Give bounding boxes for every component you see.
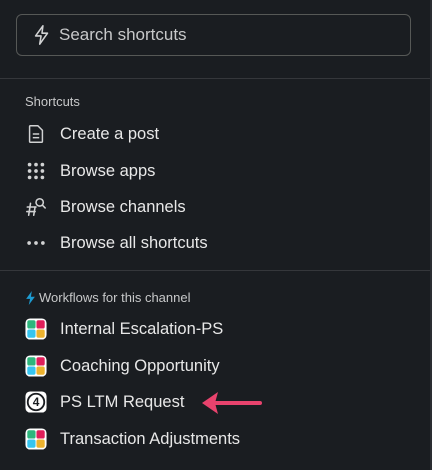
workflow-label: Transaction Adjustments	[60, 429, 241, 448]
document-icon	[25, 123, 47, 145]
workflow-app-icon	[25, 355, 47, 377]
lightning-icon	[31, 24, 59, 46]
workflow-label: Coaching Opportunity	[60, 356, 220, 375]
workflow-internal-escalation[interactable]: Internal Escalation-PS	[25, 314, 223, 344]
workflows-header: Workflows for this channel	[25, 290, 191, 305]
channel-search-icon	[25, 196, 47, 218]
shortcut-create-post[interactable]: Create a post	[25, 119, 159, 149]
grid-dots-icon	[25, 160, 47, 182]
workflows-header-label: Workflows for this channel	[39, 290, 191, 305]
workflow-label: PS LTM Request	[60, 392, 185, 411]
workflow-app-icon	[25, 428, 47, 450]
svg-text:4: 4	[33, 395, 40, 409]
shortcut-label: Browse apps	[60, 161, 156, 180]
shortcut-label: Create a post	[60, 124, 160, 143]
number-four-icon: 4	[25, 391, 47, 413]
shortcut-browse-channels[interactable]: Browse channels	[25, 192, 186, 222]
shortcut-label: Browse channels	[60, 197, 186, 216]
workflow-transaction-adjustments[interactable]: Transaction Adjustments	[25, 424, 240, 454]
search-placeholder: Search shortcuts	[59, 25, 187, 44]
shortcuts-section: Shortcuts Create a post Browse apps Brow…	[0, 79, 430, 271]
workflow-app-icon	[25, 318, 47, 340]
workflow-ps-ltm-request[interactable]: 4 PS LTM Request	[25, 387, 184, 417]
workflow-coaching-opportunity[interactable]: Coaching Opportunity	[25, 351, 220, 381]
shortcut-browse-all[interactable]: Browse all shortcuts	[25, 228, 208, 258]
workflow-label: Internal Escalation-PS	[60, 319, 224, 338]
search-input[interactable]: Search shortcuts	[16, 14, 411, 56]
shortcut-browse-apps[interactable]: Browse apps	[25, 156, 155, 186]
workflows-section: Workflows for this channel Internal Esca…	[0, 272, 430, 470]
shortcuts-header: Shortcuts	[25, 94, 80, 109]
shortcuts-panel: Search shortcuts Shortcuts Create a post	[0, 0, 432, 470]
shortcut-label: Browse all shortcuts	[60, 233, 208, 252]
search-area: Search shortcuts	[0, 0, 430, 79]
lightning-icon	[26, 290, 35, 305]
annotation-arrow-icon	[202, 392, 262, 414]
ellipsis-icon	[25, 232, 47, 254]
